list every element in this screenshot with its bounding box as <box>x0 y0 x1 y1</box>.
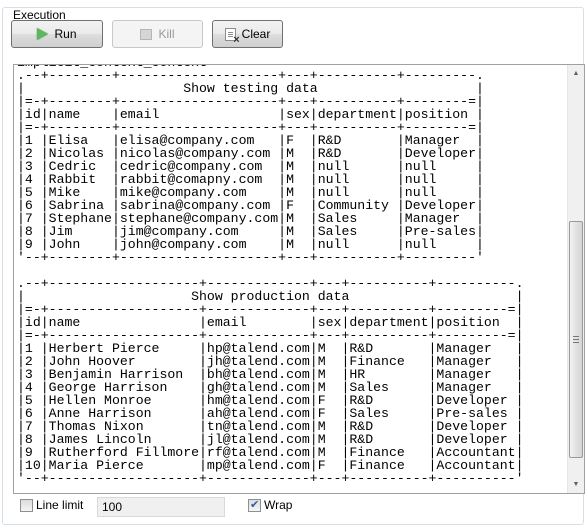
line-limit-label[interactable]: Line limit <box>36 498 83 512</box>
clear-button[interactable]: Clear <box>212 20 283 48</box>
line-limit-input[interactable] <box>97 497 225 517</box>
console-line: '--+--------+--------------------+---+--… <box>17 250 484 265</box>
console-output[interactable]: implicit_context_context.--+--------+---… <box>13 64 585 494</box>
clear-button-label: Clear <box>241 27 271 41</box>
scroll-down-arrow-icon[interactable]: ▼ <box>568 476 584 493</box>
wrap-label[interactable]: Wrap <box>264 498 292 512</box>
console-text: implicit_context_context.--+--------+---… <box>17 65 524 493</box>
play-icon <box>37 28 49 40</box>
stop-icon <box>140 28 153 40</box>
run-button[interactable]: Run <box>11 20 103 48</box>
vertical-scrollbar[interactable]: ▲ ▼ <box>567 65 584 493</box>
scrollbar-thumb[interactable] <box>569 220 583 459</box>
run-button-label: Run <box>54 27 77 41</box>
grip-icon <box>573 336 579 344</box>
line-limit-checkbox[interactable] <box>20 499 33 512</box>
scroll-up-arrow-icon[interactable]: ▲ <box>568 65 584 82</box>
kill-button-label: Kill <box>158 27 175 41</box>
wrap-checkbox[interactable] <box>248 498 261 512</box>
console-line: '--+-------------------+-------------+--… <box>17 471 524 486</box>
console-footer: Line limit Wrap <box>0 497 588 521</box>
clear-document-icon <box>224 27 240 45</box>
kill-button[interactable]: Kill <box>112 20 203 48</box>
